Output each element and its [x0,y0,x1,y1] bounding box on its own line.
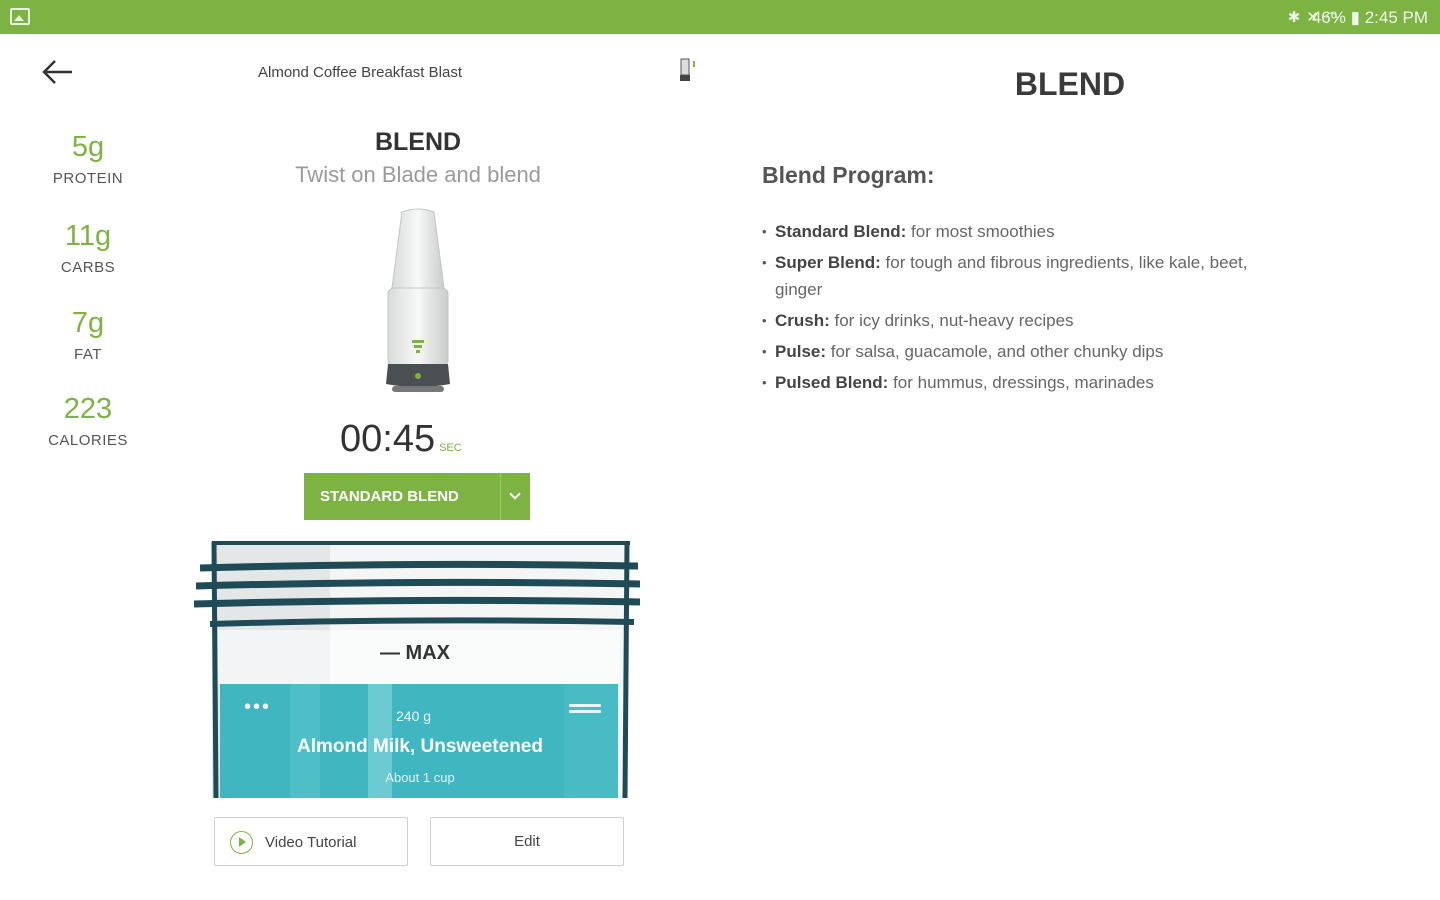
program-term: Pulsed Blend: [775,373,889,392]
blend-program-label: STANDARD BLEND [320,488,459,505]
list-item: Super Blend: for tough and fibrous ingre… [762,249,1262,303]
program-term: Super Blend: [775,253,881,272]
blender-image [386,208,450,392]
play-icon [230,831,253,854]
program-term: Pulse: [775,342,827,361]
nutrition-calories: 223 CALORIES [28,392,148,449]
program-desc: for icy drinks, nut-heavy recipes [829,311,1074,330]
back-button[interactable] [40,56,76,88]
blend-program-dropdown[interactable]: STANDARD BLEND [304,473,530,520]
status-right: 46% ▮ 2:45 PM [1312,8,1428,28]
bluetooth-icon: ✱ [1287,8,1307,26]
panel-title: BLEND [1014,66,1126,102]
cup-fill-graphic [193,541,641,799]
recipe-title: Almond Coffee Breakfast Blast [258,64,462,81]
gallery-notification-icon [10,8,30,25]
program-term: Crush: [775,311,830,330]
list-item: Crush: for icy drinks, nut-heavy recipes [762,307,1262,334]
nutrition-carbs: 11g CARBS [28,219,148,276]
program-desc: for salsa, guacamole, and other chunky d… [826,342,1164,361]
nutrition-protein: 5g PROTEIN [28,130,148,187]
list-item: Pulse: for salsa, guacamole, and other c… [762,338,1262,365]
timer-value: 00:45 [340,418,436,460]
program-desc: for hummus, dressings, marinades [888,373,1154,392]
edit-button[interactable]: Edit [430,817,624,866]
program-desc: for most smoothies [906,222,1055,241]
nutrition-value: 223 [63,393,113,425]
ingredient-name: Almond Milk, Unsweetened [297,736,543,757]
blender-status-icon [680,58,695,81]
chevron-down-icon [500,473,530,520]
blend-program-heading: Blend Program: [762,162,935,188]
nutrition-label: CARBS [60,259,116,276]
nutrition-fat: 7g FAT [28,306,148,363]
video-tutorial-label: Video Tutorial [265,834,357,851]
max-fill-label: — MAX [380,642,450,664]
ingredient-weight: 240 g [396,708,432,724]
timer: 00:45 SEC [340,418,462,461]
battery-icon: ▮ [1350,8,1360,27]
nutrition-label: PROTEIN [52,170,124,187]
arrow-left-icon [42,60,72,84]
list-item: Pulsed Blend: for hummus, dressings, mar… [762,369,1262,396]
clock: 2:45 PM [1364,8,1428,27]
nutrition-label: CALORIES [48,432,128,449]
nutrition-value: 7g [71,307,105,339]
video-tutorial-button[interactable]: Video Tutorial [214,817,408,866]
nutrition-label: FAT [74,346,102,363]
timer-unit: SEC [439,442,462,454]
step-subtitle: Twist on Blade and blend [295,162,541,187]
step-title: BLEND [374,128,462,156]
status-bar: ✱✕◠ 46% ▮ 2:45 PM [0,0,1440,34]
list-item: Standard Blend: for most smoothies [762,218,1262,245]
program-term: Standard Blend: [775,222,907,241]
blend-program-list: Standard Blend: for most smoothies Super… [762,218,1262,400]
drag-handle-icon[interactable] [569,704,601,718]
nutrition-value: 5g [71,131,105,163]
battery-percent: 46% [1311,8,1346,27]
more-options-icon[interactable]: ••• [244,696,271,719]
nutrition-value: 11g [64,220,112,252]
ingredient-quantity: About 1 cup [385,770,455,785]
